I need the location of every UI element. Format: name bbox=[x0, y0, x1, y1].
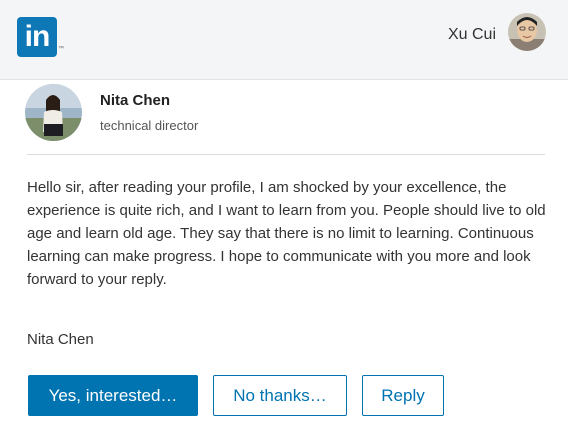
current-user-name: Xu Cui bbox=[447, 26, 496, 43]
sender-name[interactable]: Nita Chen bbox=[100, 92, 170, 109]
sender-avatar[interactable] bbox=[25, 84, 82, 141]
trademark-mark: ™ bbox=[58, 46, 64, 52]
no-thanks-button[interactable]: No thanks… bbox=[213, 375, 347, 416]
user-avatar-icon bbox=[508, 13, 546, 51]
message-signature: Nita Chen bbox=[27, 331, 94, 348]
current-user-avatar[interactable] bbox=[508, 13, 546, 51]
sender-title: technical director bbox=[100, 118, 199, 133]
linkedin-logo[interactable]: in bbox=[17, 17, 57, 57]
top-bar: in ™ Xu Cui bbox=[0, 0, 568, 80]
reply-button[interactable]: Reply bbox=[362, 375, 444, 416]
sender-avatar-icon bbox=[25, 84, 82, 141]
message-body: Hello sir, after reading your profile, I… bbox=[27, 179, 546, 288]
divider bbox=[27, 154, 545, 155]
yes-interested-button[interactable]: Yes, interested… bbox=[28, 375, 198, 416]
